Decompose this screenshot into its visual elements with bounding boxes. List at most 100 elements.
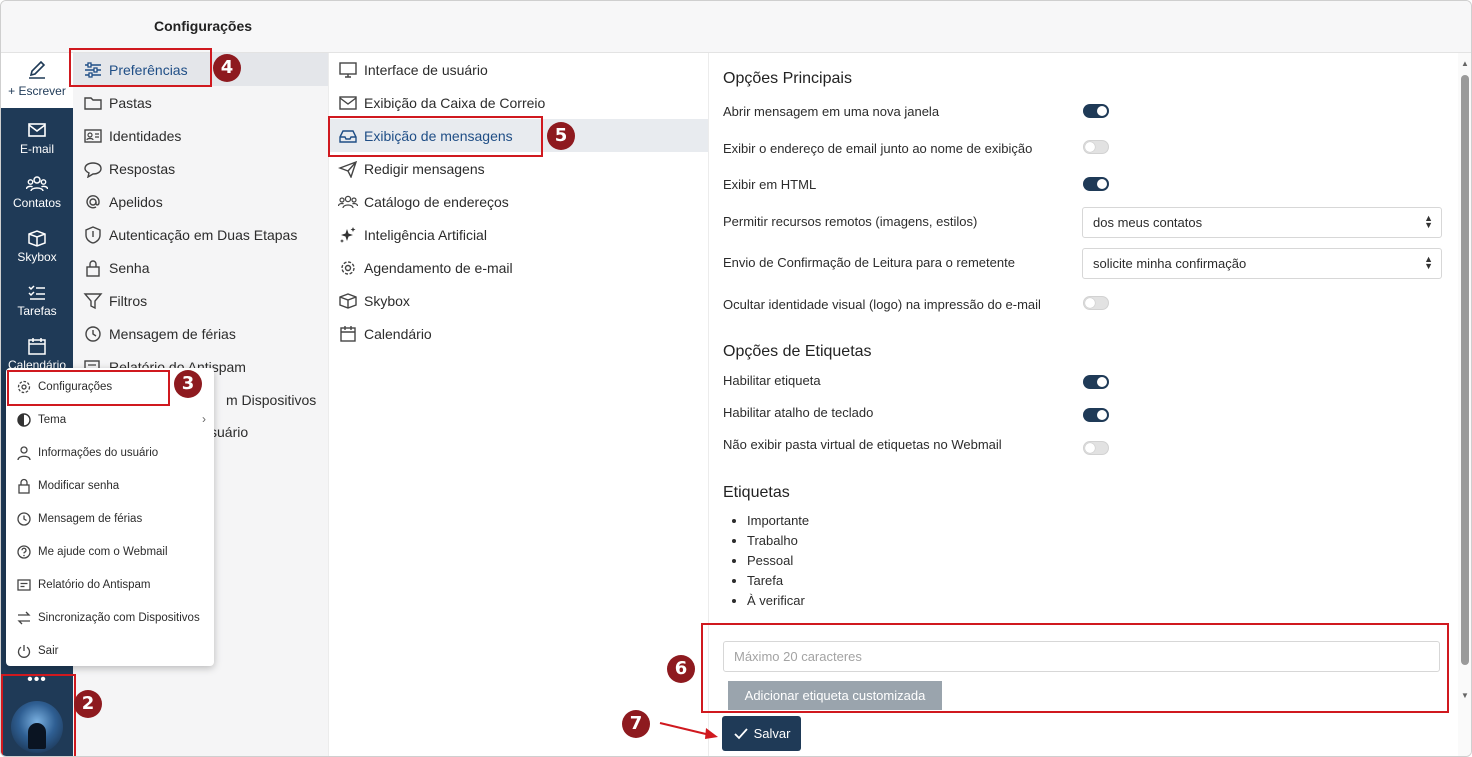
nav-item-replies[interactable]: Respostas bbox=[73, 152, 328, 185]
nav-label: m Dispositivos bbox=[226, 391, 317, 408]
read-receipt-value: solicite minha confirmação bbox=[1093, 256, 1247, 271]
section-address-book[interactable]: Catálogo de endereços bbox=[329, 185, 709, 218]
scroll-up-icon[interactable]: ▲ bbox=[1461, 59, 1469, 68]
folder-icon bbox=[84, 96, 102, 110]
menu-label: Me ajude com o Webmail bbox=[38, 545, 168, 558]
menu-label: Relatório do Antispam bbox=[38, 578, 151, 591]
menu-label: Mensagem de férias bbox=[38, 512, 143, 525]
label-item: Trabalho bbox=[747, 531, 809, 551]
section-calendar[interactable]: Calendário bbox=[329, 317, 709, 350]
menu-label: Informações do usuário bbox=[38, 446, 159, 459]
content-scrollbar[interactable]: ▲ ▼ bbox=[1458, 53, 1471, 756]
menu-item-user-info[interactable]: Informações do usuário bbox=[6, 436, 214, 469]
power-icon bbox=[17, 644, 31, 658]
select-arrows-icon: ▲ ▼ bbox=[1424, 254, 1433, 271]
section-scheduling[interactable]: Agendamento de e-mail bbox=[329, 251, 709, 284]
rail-item-email[interactable]: E-mail bbox=[1, 110, 73, 164]
nav-label: Filtros bbox=[109, 292, 148, 309]
step-badge-3: 3 bbox=[174, 370, 202, 398]
toggle-enable-tag[interactable] bbox=[1083, 375, 1109, 389]
nav-item-filters[interactable]: Filtros bbox=[73, 284, 328, 317]
rail-label-contacts: Contatos bbox=[12, 196, 62, 210]
nav-label: Identidades bbox=[109, 127, 182, 144]
page-title: Configurações bbox=[154, 18, 253, 34]
toggle-show-email-address[interactable] bbox=[1083, 140, 1109, 154]
scroll-down-icon[interactable]: ▼ bbox=[1461, 691, 1469, 700]
report-icon bbox=[17, 578, 31, 591]
nav-label: Apelidos bbox=[109, 193, 163, 210]
user-icon bbox=[17, 445, 31, 460]
menu-label: Sincronização com Dispositivos bbox=[38, 611, 200, 624]
compose-icon bbox=[29, 61, 46, 79]
clock-icon bbox=[17, 511, 31, 526]
highlight-settings-menu bbox=[7, 370, 170, 406]
section-skybox[interactable]: Skybox bbox=[329, 284, 709, 317]
menu-item-theme[interactable]: Tema › bbox=[6, 403, 214, 436]
scroll-thumb[interactable] bbox=[1461, 75, 1469, 665]
label-item: Tarefa bbox=[747, 571, 809, 591]
section-label: Agendamento de e-mail bbox=[364, 259, 513, 276]
menu-label: Modificar senha bbox=[38, 479, 120, 492]
box-icon bbox=[28, 230, 46, 247]
toggle-hide-virtual-folder[interactable] bbox=[1083, 441, 1109, 455]
highlight-custom-tag bbox=[701, 623, 1449, 713]
highlight-preferences bbox=[69, 48, 212, 87]
rail-item-skybox[interactable]: Skybox bbox=[1, 218, 73, 272]
nav-item-two-factor[interactable]: Autenticação em Duas Etapas bbox=[73, 218, 328, 251]
rail-item-contacts[interactable]: Contatos bbox=[1, 164, 73, 218]
highlight-message-view bbox=[328, 116, 543, 157]
envelope-icon bbox=[339, 95, 357, 110]
option-label: Abrir mensagem em uma nova janela bbox=[723, 104, 940, 119]
filter-icon bbox=[83, 292, 103, 309]
nav-item-aliases[interactable]: Apelidos bbox=[73, 185, 328, 218]
menu-label: Sair bbox=[38, 644, 59, 657]
section-label: Interface de usuário bbox=[364, 61, 488, 78]
nav-label: Autenticação em Duas Etapas bbox=[109, 226, 298, 243]
toggle-hide-logo-print[interactable] bbox=[1083, 296, 1109, 310]
sparkle-icon bbox=[340, 226, 356, 243]
section-user-interface[interactable]: Interface de usuário bbox=[329, 53, 709, 86]
contacts-icon bbox=[26, 176, 48, 192]
nav-item-vacation[interactable]: Mensagem de férias bbox=[73, 317, 328, 350]
toggle-keyboard-shortcut[interactable] bbox=[1083, 408, 1109, 422]
label-item: Importante bbox=[747, 511, 809, 531]
section-mailbox-view[interactable]: Exibição da Caixa de Correio bbox=[329, 86, 709, 119]
send-icon bbox=[338, 160, 358, 178]
toggle-open-new-window[interactable] bbox=[1083, 104, 1109, 118]
nav-label: Senha bbox=[109, 259, 150, 276]
compose-label: + Escrever bbox=[8, 84, 66, 98]
step-badge-6: 6 bbox=[667, 655, 695, 683]
step-badge-4: 4 bbox=[213, 54, 241, 82]
option-label: Não exibir pasta virtual de etiquetas no… bbox=[723, 437, 1002, 452]
rail-label-tasks: Tarefas bbox=[17, 304, 57, 318]
menu-item-help[interactable]: Me ajude com o Webmail bbox=[6, 535, 214, 568]
monitor-icon bbox=[339, 61, 357, 78]
menu-item-logout[interactable]: Sair bbox=[6, 634, 214, 667]
section-ai[interactable]: Inteligência Artificial bbox=[329, 218, 709, 251]
save-button[interactable]: Salvar bbox=[722, 716, 801, 751]
calendar-icon bbox=[340, 325, 356, 342]
lock-icon bbox=[86, 259, 100, 277]
user-menu-popup: Configurações Tema › Informações do usuá… bbox=[6, 368, 214, 666]
toggle-show-html[interactable] bbox=[1083, 177, 1109, 191]
rail-item-tasks[interactable]: Tarefas bbox=[1, 272, 73, 326]
nav-item-password[interactable]: Senha bbox=[73, 251, 328, 284]
main-options-title: Opções Principais bbox=[723, 70, 852, 87]
help-icon bbox=[17, 544, 31, 559]
menu-item-vacation[interactable]: Mensagem de férias bbox=[6, 502, 214, 535]
section-label: Calendário bbox=[364, 325, 432, 342]
nav-item-identities[interactable]: Identidades bbox=[73, 119, 328, 152]
arrow-to-save-icon bbox=[659, 722, 718, 739]
menu-item-antispam-report[interactable]: Relatório do Antispam bbox=[6, 568, 214, 601]
menu-item-device-sync[interactable]: Sincronização com Dispositivos bbox=[6, 601, 214, 634]
menu-item-change-password[interactable]: Modificar senha bbox=[6, 469, 214, 502]
select-arrows-icon: ▲ ▼ bbox=[1424, 213, 1433, 230]
remote-resources-select[interactable]: dos meus contatos ▲ ▼ bbox=[1082, 207, 1442, 238]
nav-item-folders[interactable]: Pastas bbox=[73, 86, 328, 119]
read-receipt-select[interactable]: solicite minha confirmação ▲ ▼ bbox=[1082, 248, 1442, 279]
check-icon bbox=[733, 727, 748, 739]
people-icon bbox=[338, 195, 358, 208]
menu-label: Tema bbox=[38, 413, 67, 426]
compose-button[interactable]: + Escrever bbox=[1, 53, 73, 108]
save-label: Salvar bbox=[753, 726, 791, 741]
